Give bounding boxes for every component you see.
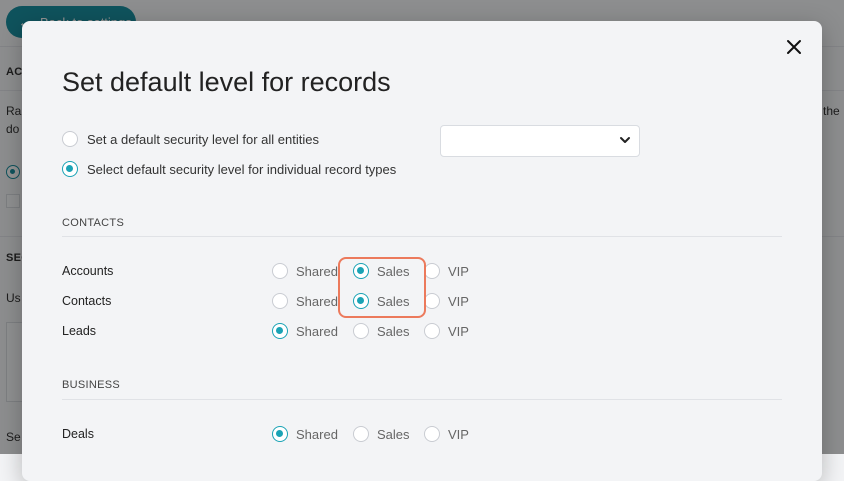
radio-accounts-vip[interactable] <box>424 263 440 279</box>
section-label-contacts: CONTACTS <box>62 217 125 229</box>
radio-contacts-shared[interactable] <box>272 293 288 309</box>
contacts-shared-option[interactable]: Shared <box>272 293 338 309</box>
record-name-deals: Deals <box>62 427 94 441</box>
default-level-modal: Set default level for records Set a defa… <box>22 21 822 481</box>
radio-all-entities[interactable] <box>62 131 78 147</box>
radio-leads-shared[interactable] <box>272 323 288 339</box>
level-label: VIP <box>448 323 469 339</box>
radio-deals-shared[interactable] <box>272 426 288 442</box>
radio-leads-vip[interactable] <box>424 323 440 339</box>
record-name-accounts: Accounts <box>62 264 114 278</box>
record-name-contacts: Contacts <box>62 294 112 308</box>
level-label: Shared <box>296 293 338 309</box>
level-label: Shared <box>296 263 338 279</box>
level-label: Sales <box>377 323 410 339</box>
deals-sales-option[interactable]: Sales <box>353 426 410 442</box>
record-name-leads: Leads <box>62 324 97 338</box>
close-button[interactable] <box>782 35 806 59</box>
section-label-business: BUSINESS <box>62 379 121 391</box>
level-label: VIP <box>448 293 469 309</box>
radio-leads-sales[interactable] <box>353 323 369 339</box>
level-label: VIP <box>448 263 469 279</box>
deals-shared-option[interactable]: Shared <box>272 426 338 442</box>
default-level-dropdown[interactable] <box>440 125 640 157</box>
radio-contacts-vip[interactable] <box>424 293 440 309</box>
accounts-vip-option[interactable]: VIP <box>424 263 469 279</box>
leads-sales-option[interactable]: Sales <box>353 323 410 339</box>
option-all-entities-label: Set a default security level for all ent… <box>87 131 319 147</box>
level-label: VIP <box>448 426 469 442</box>
section-divider <box>62 236 782 237</box>
level-label: Sales <box>377 426 410 442</box>
radio-individual-types[interactable] <box>62 161 78 177</box>
close-icon <box>787 40 801 54</box>
radio-accounts-shared[interactable] <box>272 263 288 279</box>
option-individual-types[interactable]: Select default security level for indivi… <box>62 161 396 177</box>
sales-highlight-box <box>338 257 426 318</box>
section-divider <box>62 399 782 400</box>
option-individual-types-label: Select default security level for indivi… <box>87 161 397 177</box>
leads-shared-option[interactable]: Shared <box>272 323 338 339</box>
modal-title: Set default level for records <box>62 67 391 97</box>
level-label: Shared <box>296 426 338 442</box>
radio-deals-vip[interactable] <box>424 426 440 442</box>
deals-vip-option[interactable]: VIP <box>424 426 469 442</box>
level-label: Shared <box>296 323 338 339</box>
chevron-down-icon <box>620 137 630 143</box>
radio-deals-sales[interactable] <box>353 426 369 442</box>
accounts-shared-option[interactable]: Shared <box>272 263 338 279</box>
contacts-vip-option[interactable]: VIP <box>424 293 469 309</box>
option-all-entities[interactable]: Set a default security level for all ent… <box>62 131 319 147</box>
leads-vip-option[interactable]: VIP <box>424 323 469 339</box>
